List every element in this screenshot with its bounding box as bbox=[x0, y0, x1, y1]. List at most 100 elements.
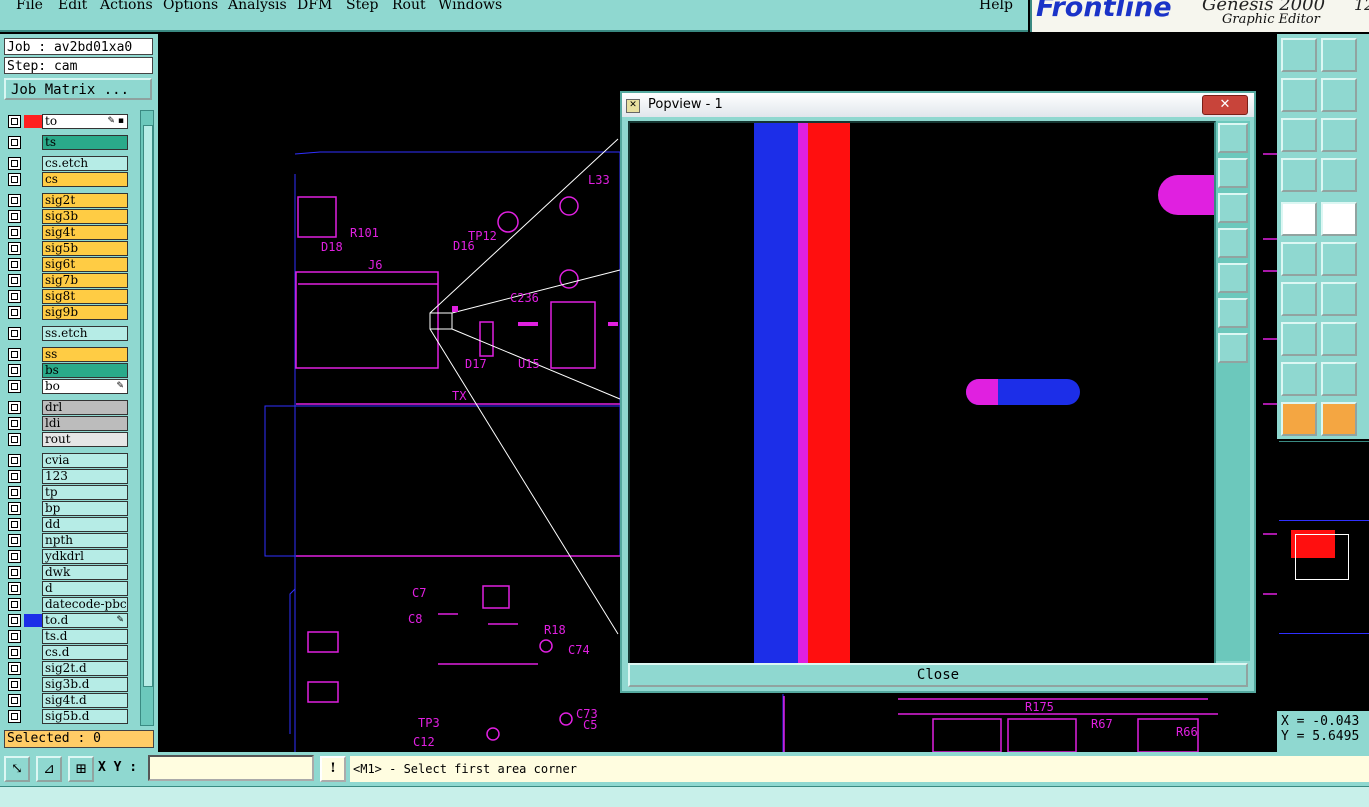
pan-left-icon[interactable] bbox=[1281, 78, 1317, 112]
layer-checkbox[interactable] bbox=[8, 210, 21, 223]
layer-checkbox[interactable] bbox=[8, 518, 21, 531]
layer-name[interactable]: ss.etch bbox=[42, 326, 128, 341]
layer-row[interactable]: ydkdrl bbox=[6, 549, 128, 564]
popview-pan-down-icon[interactable] bbox=[1218, 193, 1248, 223]
layer-checkbox[interactable] bbox=[8, 258, 21, 271]
layer-checkbox[interactable] bbox=[8, 226, 21, 239]
layer-row[interactable]: bp bbox=[6, 501, 128, 516]
layer-row[interactable]: drl bbox=[6, 400, 128, 415]
layer-name[interactable]: dwk bbox=[42, 565, 128, 580]
popview-canvas[interactable] bbox=[628, 121, 1216, 665]
layer-name[interactable]: d bbox=[42, 581, 128, 596]
layer-row[interactable]: sig8t bbox=[6, 289, 128, 304]
overview-map[interactable] bbox=[1279, 441, 1369, 712]
exclamation-button[interactable]: ! bbox=[320, 756, 346, 782]
popview-pan-up-icon[interactable] bbox=[1218, 158, 1248, 188]
job-matrix-button[interactable]: Job Matrix ... bbox=[4, 78, 152, 100]
layer-checkbox[interactable] bbox=[8, 614, 21, 627]
layer-name[interactable]: bs bbox=[42, 363, 128, 378]
xy-input[interactable] bbox=[148, 755, 314, 781]
popview-titlebar[interactable]: ✕ Popview - 1 ✕ bbox=[622, 93, 1254, 117]
layer-checkbox[interactable] bbox=[8, 327, 21, 340]
layer-name[interactable]: cvia bbox=[42, 453, 128, 468]
layer-row[interactable]: sig3b.d bbox=[6, 677, 128, 692]
layer-row[interactable]: sig9b bbox=[6, 305, 128, 320]
layer-row[interactable]: ldi bbox=[6, 416, 128, 431]
layer-row[interactable]: to ✎ ▪ bbox=[6, 114, 128, 129]
layer-row[interactable]: sig4t bbox=[6, 225, 128, 240]
layer-name[interactable]: cs bbox=[42, 172, 128, 187]
layer-checkbox[interactable] bbox=[8, 364, 21, 377]
layer-checkbox[interactable] bbox=[8, 157, 21, 170]
zoom-in-icon[interactable] bbox=[1321, 118, 1357, 152]
layer-row[interactable]: sig7b bbox=[6, 273, 128, 288]
popview-zoom-in-icon[interactable] bbox=[1218, 333, 1248, 363]
layer-checkbox[interactable] bbox=[8, 598, 21, 611]
pointer-select-icon[interactable] bbox=[1321, 402, 1357, 436]
overview-viewport[interactable] bbox=[1295, 534, 1349, 580]
layer-name[interactable]: sig2t bbox=[42, 193, 128, 208]
layer-name[interactable]: bp bbox=[42, 501, 128, 516]
select-pad-icon[interactable] bbox=[1281, 202, 1317, 236]
layer-row[interactable]: sig4t.d bbox=[6, 693, 128, 708]
menu-windows[interactable]: Windows bbox=[438, 0, 502, 13]
menu-file[interactable]: File bbox=[16, 0, 43, 13]
layer-checkbox[interactable] bbox=[8, 380, 21, 393]
popview-pan-left-icon[interactable] bbox=[1218, 228, 1248, 258]
layer-row[interactable]: cs.etch bbox=[6, 156, 128, 171]
layer-checkbox[interactable] bbox=[8, 136, 21, 149]
slash-icon[interactable] bbox=[1321, 282, 1357, 316]
layer-checkbox[interactable] bbox=[8, 274, 21, 287]
layer-row[interactable]: datecode-pbc bbox=[6, 597, 128, 612]
layer-name[interactable]: ydkdrl bbox=[42, 549, 128, 564]
layer-checkbox[interactable] bbox=[8, 486, 21, 499]
layer-name[interactable]: sig7b bbox=[42, 273, 128, 288]
layer-row[interactable]: cs.d bbox=[6, 645, 128, 660]
close-icon[interactable]: ✕ bbox=[1202, 95, 1248, 115]
layer-checkbox[interactable] bbox=[8, 710, 21, 723]
layer-name[interactable]: dd bbox=[42, 517, 128, 532]
layer-checkbox[interactable] bbox=[8, 630, 21, 643]
layer-checkbox[interactable] bbox=[8, 194, 21, 207]
layer-name[interactable]: ldi bbox=[42, 416, 128, 431]
layer-checkbox[interactable] bbox=[8, 534, 21, 547]
menu-dfm[interactable]: DFM bbox=[297, 0, 332, 13]
layer-name[interactable]: bo ✎ bbox=[42, 379, 128, 394]
layer-row[interactable]: d bbox=[6, 581, 128, 596]
layer-name[interactable]: datecode-pbc bbox=[42, 597, 128, 612]
line-icon[interactable] bbox=[1321, 322, 1357, 356]
layer-row[interactable]: ss.etch bbox=[6, 326, 128, 341]
layer-name[interactable]: sig5b.d bbox=[42, 709, 128, 724]
layer-name[interactable]: ss bbox=[42, 347, 128, 362]
layer-row[interactable]: ts bbox=[6, 135, 128, 150]
layer-checkbox[interactable] bbox=[8, 290, 21, 303]
ruler-icon[interactable]: ⊿ bbox=[36, 756, 62, 782]
measure-icon[interactable] bbox=[1281, 158, 1317, 192]
layer-row[interactable]: sig3b bbox=[6, 209, 128, 224]
angle-icon[interactable] bbox=[1281, 282, 1317, 316]
layer-row[interactable]: ss bbox=[6, 347, 128, 362]
menu-analysis[interactable]: Analysis bbox=[228, 0, 287, 13]
layer-checkbox[interactable] bbox=[8, 306, 21, 319]
layer-checkbox[interactable] bbox=[8, 115, 21, 128]
layer-name[interactable]: rout bbox=[42, 432, 128, 447]
snap-icon[interactable]: ⤡ bbox=[4, 756, 30, 782]
popview-close-button[interactable]: Close bbox=[628, 663, 1248, 687]
layer-name[interactable]: sig4t.d bbox=[42, 693, 128, 708]
scroll-thumb[interactable] bbox=[143, 125, 153, 687]
layer-row[interactable]: 123 bbox=[6, 469, 128, 484]
layer-row[interactable]: ts.d bbox=[6, 629, 128, 644]
menu-rout[interactable]: Rout bbox=[392, 0, 426, 13]
layer-row[interactable]: dd bbox=[6, 517, 128, 532]
layer-row[interactable]: cs bbox=[6, 172, 128, 187]
layer-name[interactable]: to ✎ ▪ bbox=[42, 114, 128, 129]
menu-edit[interactable]: Edit bbox=[58, 0, 87, 13]
layer-name[interactable]: cs.etch bbox=[42, 156, 128, 171]
layer-row[interactable]: npth bbox=[6, 533, 128, 548]
layer-checkbox[interactable] bbox=[8, 582, 21, 595]
layer-checkbox[interactable] bbox=[8, 173, 21, 186]
layer-checkbox[interactable] bbox=[8, 678, 21, 691]
layer-name[interactable]: sig4t bbox=[42, 225, 128, 240]
popview-pan-right-icon[interactable] bbox=[1218, 263, 1248, 293]
popview-zoom-icon[interactable] bbox=[1218, 123, 1248, 153]
